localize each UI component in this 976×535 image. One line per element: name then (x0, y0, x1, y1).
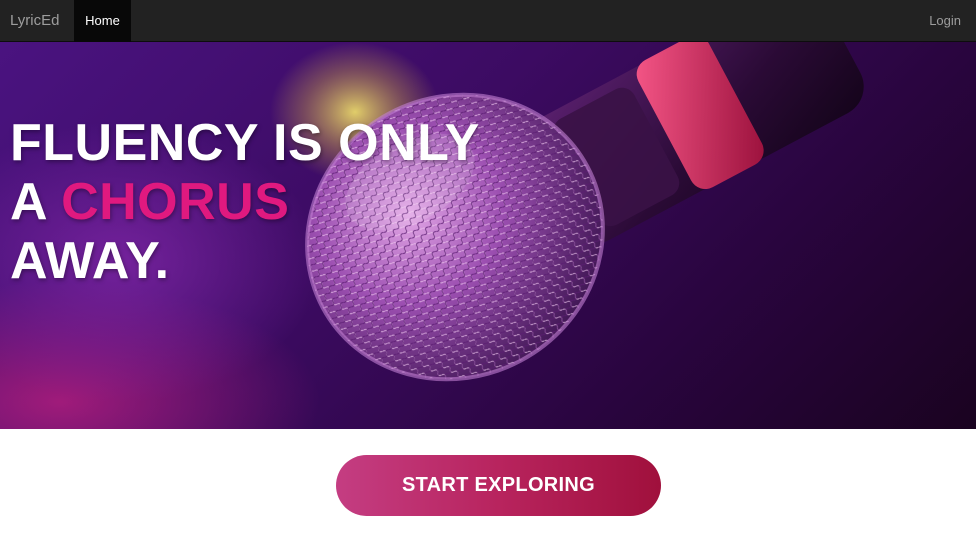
headline-line-1: FLUENCY IS ONLY (10, 114, 480, 172)
brand-link[interactable]: LyricEd (10, 0, 59, 42)
hero-headline: FLUENCY IS ONLY A CHORUS AWAY. (10, 114, 480, 291)
hero-banner: FLUENCY IS ONLY A CHORUS AWAY. (0, 42, 976, 429)
nav-item-login[interactable]: Login (929, 0, 961, 42)
start-exploring-button[interactable]: START EXPLORING (336, 455, 661, 516)
headline-line-2-prefix: A (10, 173, 62, 231)
navbar: LyricEd Home Login (0, 0, 976, 42)
headline-line-3: AWAY. (10, 232, 170, 290)
headline-accent-word: CHORUS (61, 173, 290, 231)
nav-item-home[interactable]: Home (74, 0, 131, 42)
headline-line-2: A CHORUS (10, 173, 480, 232)
